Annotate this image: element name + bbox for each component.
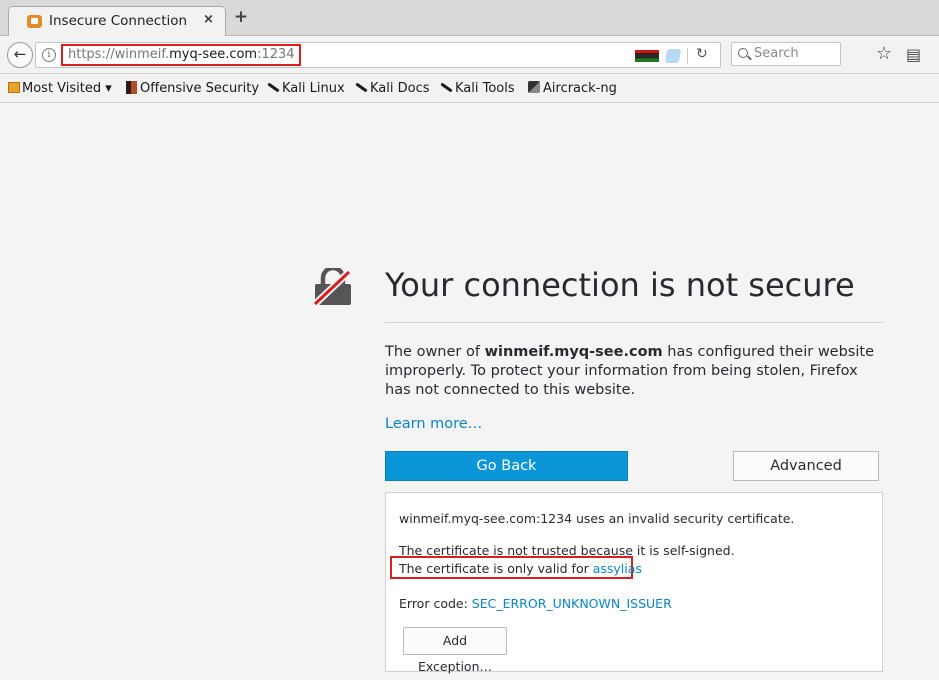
url-text: https://winmeif.myq-see.com:1234 (68, 47, 295, 62)
bookmark-aircrack-ng[interactable]: Aircrack-ng (528, 81, 617, 96)
broken-lock-icon (312, 268, 353, 306)
bookmarks-toolbar: Most Visited ▾ Offensive Security Kali L… (0, 75, 939, 103)
bookmark-label: Kali Tools (455, 81, 515, 96)
error-code-line: Error code: SEC_ERROR_UNKNOWN_ISSUER (399, 596, 672, 611)
error-description: The owner of winmeif.myq-see.com has con… (385, 343, 883, 400)
bookmark-most-visited[interactable]: Most Visited ▾ (8, 81, 112, 96)
error-code-prefix: Error code: (399, 596, 472, 611)
bookmark-label: Kali Linux (282, 81, 345, 96)
url-bar[interactable]: i https://winmeif.myq-see.com:1234 ↻ (35, 42, 721, 68)
kali-icon (266, 81, 280, 93)
folder-icon (8, 82, 20, 93)
cert-valid-prefix: The certificate is only valid for (399, 561, 593, 576)
search-icon (738, 48, 748, 58)
offsec-icon (126, 81, 137, 94)
cert-info-line: winmeif.myq-see.com:1234 uses an invalid… (399, 511, 795, 526)
bookmark-label: Most Visited ▾ (22, 81, 112, 96)
kali-icon (354, 81, 368, 93)
bookmark-kali-docs[interactable]: Kali Docs (354, 81, 430, 96)
go-back-button[interactable]: Go Back (385, 451, 628, 481)
bookmark-offensive-security[interactable]: Offensive Security (126, 81, 259, 96)
bookmark-star-icon[interactable]: ☆ (876, 43, 892, 64)
warning-favicon-icon (27, 15, 42, 28)
add-exception-button[interactable]: Add Exception… (403, 627, 507, 674)
advanced-button[interactable]: Advanced (733, 451, 879, 481)
bookmark-kali-tools[interactable]: Kali Tools (439, 81, 515, 96)
tab-insecure-connection[interactable]: Insecure Connection × (8, 6, 226, 37)
close-tab-icon[interactable]: × (203, 12, 214, 27)
advanced-panel: winmeif.myq-see.com:1234 uses an invalid… (385, 492, 883, 674)
divider (687, 48, 688, 64)
extension-icon[interactable] (664, 49, 682, 63)
bookmark-label: Aircrack-ng (543, 81, 617, 96)
bookmark-kali-linux[interactable]: Kali Linux (266, 81, 345, 96)
flag-icon[interactable] (635, 50, 659, 62)
bookmark-label: Offensive Security (140, 81, 260, 96)
page-title: Your connection is not secure (385, 266, 855, 304)
url-port: :1234 (257, 47, 295, 62)
url-host: myq-see.com (169, 47, 258, 62)
library-icon[interactable]: ▤ (906, 45, 921, 64)
reload-icon[interactable]: ↻ (696, 46, 708, 62)
learn-more-link[interactable]: Learn more… (385, 416, 482, 432)
kali-icon (439, 81, 453, 93)
tab-strip: Insecure Connection × + (0, 0, 939, 37)
tab-title: Insecure Connection (49, 13, 188, 29)
back-button[interactable]: ← (7, 42, 33, 68)
desc-text: The owner of (385, 344, 485, 360)
search-placeholder: Search (754, 46, 799, 61)
search-input[interactable]: Search (731, 42, 841, 66)
cert-valid-domain-link[interactable]: assylias (593, 561, 642, 576)
url-prefix: https://winmeif. (68, 47, 170, 62)
error-code-link[interactable]: SEC_ERROR_UNKNOWN_ISSUER (472, 596, 672, 611)
desc-host: winmeif.myq-see.com (484, 344, 663, 360)
new-tab-button[interactable]: + (232, 8, 250, 26)
cert-valid-for-line: The certificate is only valid for assyli… (399, 561, 642, 576)
aircrack-icon (528, 81, 540, 93)
divider (385, 322, 883, 323)
bookmark-label: Kali Docs (370, 81, 430, 96)
site-info-icon[interactable]: i (42, 48, 56, 62)
